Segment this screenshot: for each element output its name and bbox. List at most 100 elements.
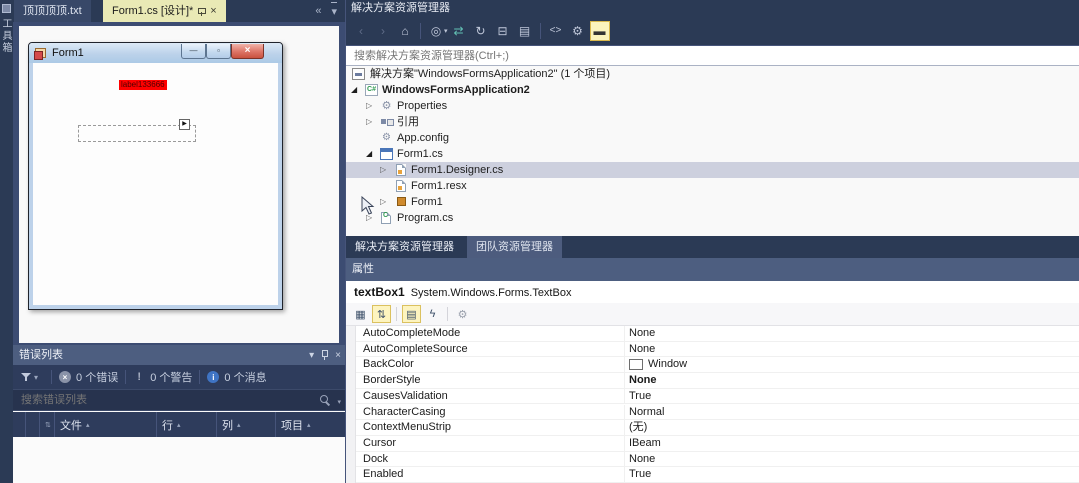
forward-icon[interactable]: › xyxy=(373,21,393,41)
toolbox-vertical-tab[interactable]: 工具箱 xyxy=(0,18,13,54)
events-icon[interactable]: ϟ xyxy=(423,305,442,323)
view-code-icon[interactable]: <> xyxy=(546,21,566,41)
back-icon[interactable]: ‹ xyxy=(351,21,371,41)
messages-count-button[interactable]: i 0 个消息 xyxy=(207,369,267,385)
switch-views-icon[interactable]: ◎ xyxy=(426,21,446,41)
form-designer-pane: Form1 — ▫ × label133666 ▶ xyxy=(13,22,345,345)
property-row[interactable]: AutoCompleteSource None xyxy=(356,341,1079,358)
tree-row-form1cs[interactable]: ◢ Form1.cs xyxy=(346,146,1079,162)
designer-canvas[interactable]: Form1 — ▫ × label133666 ▶ xyxy=(19,26,339,343)
solution-explorer-search-input[interactable] xyxy=(346,46,1079,66)
property-pages-icon[interactable]: ⚙ xyxy=(453,305,472,323)
expander-icon[interactable]: ▷ xyxy=(366,98,372,114)
column-project[interactable]: 项目 ▴ xyxy=(276,412,345,437)
error-list-body[interactable] xyxy=(13,437,345,483)
properties-icon[interactable]: ⚙ xyxy=(568,21,588,41)
tree-row-appconfig[interactable]: ⚙ App.config xyxy=(346,130,1079,146)
property-row[interactable]: BackColor Window xyxy=(356,357,1079,374)
filter-icon[interactable] xyxy=(21,372,31,382)
tree-row-form1-resx[interactable]: Form1.resx xyxy=(346,178,1079,194)
error-list-column-headers: ⇅ 文件 ▴ 行 ▴ 列 ▴ 项目 ▴ xyxy=(13,412,345,437)
preview-selected-items-icon[interactable]: ▬ xyxy=(589,20,610,41)
property-row[interactable]: Enabled True xyxy=(356,467,1079,483)
tree-row-solution[interactable]: 解决方案"WindowsFormsApplication2" (1 个项目) xyxy=(346,66,1079,82)
pin-icon[interactable] xyxy=(198,7,207,16)
search-icon[interactable] xyxy=(320,395,331,406)
separator xyxy=(539,22,541,39)
property-row[interactable]: Cursor IBeam xyxy=(356,435,1079,452)
column-col[interactable]: 列 ▴ xyxy=(217,412,276,437)
left-dock-strip: 工具箱 xyxy=(0,0,13,483)
pin-icon[interactable] xyxy=(321,350,329,360)
form-client-area[interactable]: label133666 ▶ xyxy=(33,63,278,305)
switch-views-dropdown-icon[interactable]: ▾ xyxy=(444,27,448,35)
color-swatch xyxy=(629,359,643,371)
tab-team-explorer[interactable]: 团队资源管理器 xyxy=(467,236,562,258)
sort-asc-icon: ▴ xyxy=(307,421,311,429)
tree-row-properties[interactable]: ▷ ⚙ Properties xyxy=(346,98,1079,114)
tab-solution-explorer[interactable]: 解决方案资源管理器 xyxy=(346,236,463,258)
categorized-icon[interactable]: ▦ xyxy=(351,305,370,323)
warnings-count-button[interactable]: ! 0 个警告 xyxy=(133,369,192,385)
designed-label-control[interactable]: label133666 xyxy=(119,80,167,90)
smart-tag-button[interactable]: ▶ xyxy=(179,119,190,130)
tab-form1-designer[interactable]: Form1.cs [设计]* × xyxy=(103,0,226,22)
column-blank-1[interactable] xyxy=(13,412,26,437)
refresh-icon[interactable]: ↻ xyxy=(471,21,491,41)
tree-row-references[interactable]: ▷ 引用 xyxy=(346,114,1079,130)
column-blank-2[interactable] xyxy=(26,412,40,437)
warning-icon: ! xyxy=(137,371,142,383)
property-row[interactable]: CausesValidation True xyxy=(356,388,1079,405)
expander-icon[interactable]: ◢ xyxy=(366,146,372,162)
properties-view-icon[interactable]: ▤ xyxy=(402,305,421,323)
column-file[interactable]: 文件 ▴ xyxy=(55,412,157,437)
column-severity[interactable]: ⇅ xyxy=(40,412,55,437)
wrench-icon: ⚙ xyxy=(381,100,392,112)
sync-with-active-document-icon[interactable]: ⇄ xyxy=(449,21,469,41)
expander-icon[interactable]: ◢ xyxy=(351,82,357,98)
close-icon[interactable]: × xyxy=(335,350,341,361)
active-files-dropdown-icon[interactable]: ▾ xyxy=(331,2,337,20)
errors-count-button[interactable]: × 0 个错误 xyxy=(59,369,118,385)
column-line[interactable]: 行 ▴ xyxy=(157,412,217,437)
mouse-cursor xyxy=(361,196,375,215)
collapse-all-icon[interactable]: ⊟ xyxy=(493,21,513,41)
alphabetical-icon[interactable]: ⇅ xyxy=(372,305,391,323)
scroll-tabs-icon[interactable]: « xyxy=(315,0,321,22)
minimize-button[interactable]: — xyxy=(181,44,206,59)
filter-dropdown-icon[interactable]: ▾ xyxy=(34,373,38,382)
property-row[interactable]: BorderStyle None xyxy=(356,373,1079,389)
error-list-search-input[interactable] xyxy=(13,390,345,410)
error-list-search: ▾ xyxy=(13,389,345,411)
separator xyxy=(447,307,448,321)
tree-row-project[interactable]: ◢ C# WindowsFormsApplication2 xyxy=(346,82,1079,98)
tree-row-programcs[interactable]: ▷ Program.cs xyxy=(346,208,1079,226)
property-row[interactable]: AutoCompleteMode None xyxy=(356,326,1079,342)
close-button[interactable]: × xyxy=(231,44,264,59)
tab-document-txt[interactable]: 顶顶顶顶.txt xyxy=(14,0,91,22)
solution-explorer-tree: 解决方案"WindowsFormsApplication2" (1 个项目) ◢… xyxy=(346,66,1079,236)
show-all-files-icon[interactable]: ▤ xyxy=(515,21,535,41)
property-row[interactable]: ContextMenuStrip (无) xyxy=(356,420,1079,436)
error-list-title: 错误列表 xyxy=(13,345,345,365)
tree-row-form1-designer[interactable]: ▷ Form1.Designer.cs xyxy=(346,162,1079,178)
property-row[interactable]: Dock None xyxy=(356,451,1079,468)
maximize-button[interactable]: ▫ xyxy=(206,44,231,59)
tool-window-tab-strip: 解决方案资源管理器 团队资源管理器 xyxy=(346,236,1079,258)
form-icon xyxy=(34,48,46,60)
home-icon[interactable]: ⌂ xyxy=(395,21,415,41)
properties-object-selector[interactable]: textBox1 System.Windows.Forms.TextBox xyxy=(346,281,1079,303)
sort-asc-icon: ▴ xyxy=(86,421,90,429)
expander-icon[interactable]: ▷ xyxy=(380,162,386,178)
close-icon[interactable]: × xyxy=(210,0,216,22)
right-dock-pane: 解决方案资源管理器 ‹ › ⌂ ◎ ▾ ⇄ ↻ ⊟ ▤ <> ⚙ ▬ 解决方案"… xyxy=(345,0,1079,483)
info-icon: i xyxy=(207,371,220,383)
property-row[interactable]: CharacterCasing Normal xyxy=(356,404,1079,421)
designed-form-window[interactable]: Form1 — ▫ × label133666 ▶ xyxy=(28,42,283,310)
search-dropdown-icon[interactable]: ▾ xyxy=(337,398,341,406)
tree-row-form1-class[interactable]: ▷ Form1 xyxy=(346,194,1079,210)
window-position-icon[interactable]: ▾ xyxy=(309,350,314,361)
expander-icon[interactable]: ▷ xyxy=(366,114,372,130)
solution-icon xyxy=(352,68,365,80)
properties-toolbar: ▦ ⇅ ▤ ϟ ⚙ xyxy=(346,303,1079,326)
